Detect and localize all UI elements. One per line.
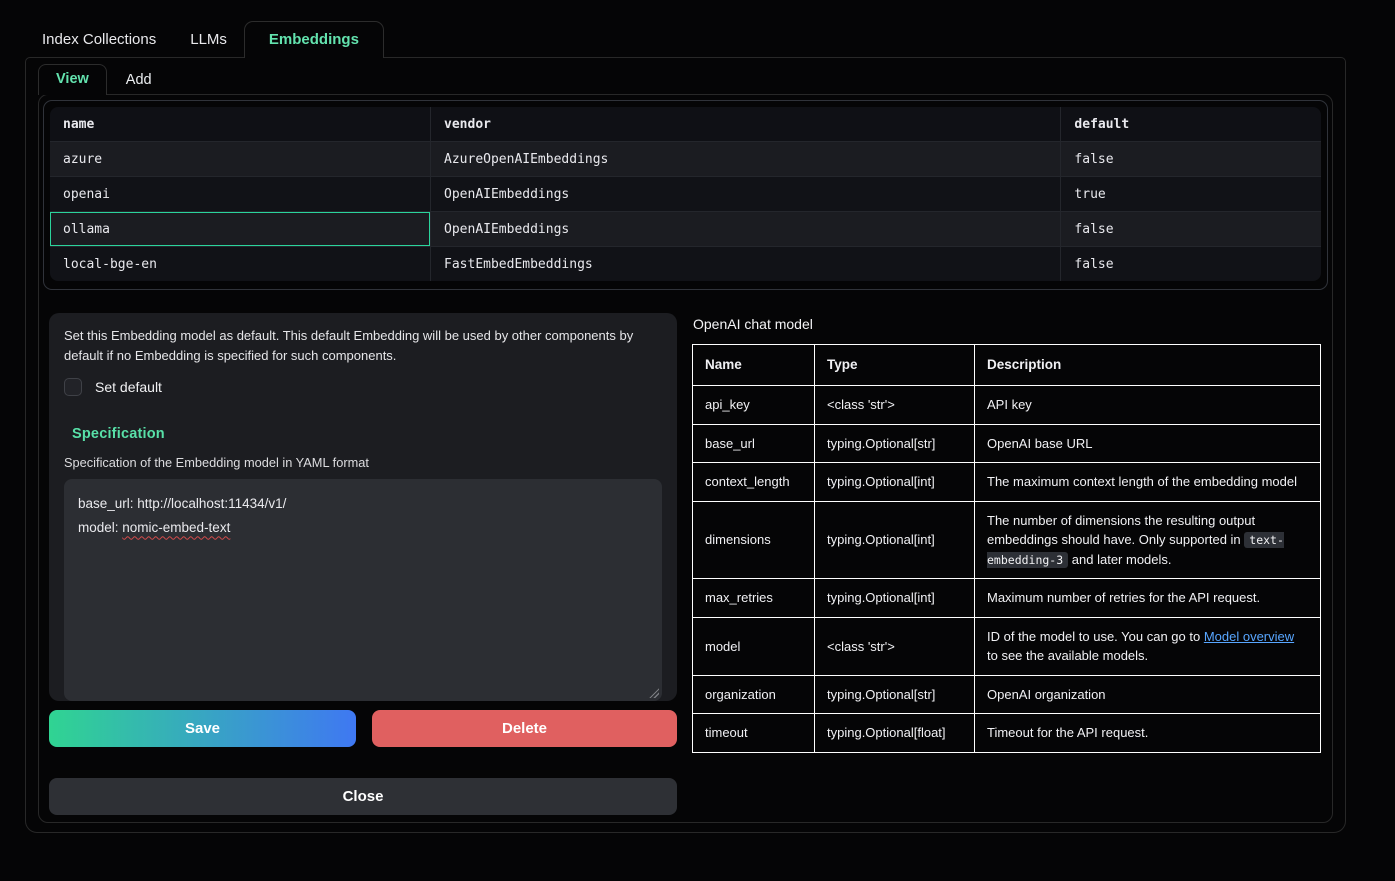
doc-row-timeout: timeout typing.Optional[float] Timeout f… — [693, 714, 1321, 753]
doc-row-context-length: context_length typing.Optional[int] The … — [693, 463, 1321, 502]
tab-index-collections[interactable]: Index Collections — [25, 22, 173, 58]
specification-caption: Specification of the Embedding model in … — [64, 455, 662, 470]
table-cell[interactable]: FastEmbedEmbeddings — [430, 246, 1060, 281]
table-cell[interactable]: AzureOpenAIEmbeddings — [430, 141, 1060, 176]
tab-llms[interactable]: LLMs — [173, 22, 244, 58]
doc-column-type: Type — [815, 345, 975, 386]
doc-row-organization: organization typing.Optional[str] OpenAI… — [693, 675, 1321, 714]
table-cell[interactable]: OpenAIEmbeddings — [430, 176, 1060, 211]
yaml-line: base_url: http://localhost:11434/v1/ — [78, 492, 648, 516]
yaml-editor[interactable]: base_url: http://localhost:11434/v1/ mod… — [64, 479, 662, 701]
table-cell[interactable]: false — [1060, 211, 1321, 246]
doc-column-name: Name — [693, 345, 815, 386]
column-header-default[interactable]: default — [1060, 107, 1321, 141]
doc-row-max-retries: max_retries typing.Optional[int] Maximum… — [693, 579, 1321, 618]
embeddings-table-scroll: name vendor default azure AzureOpenAIEmb… — [50, 107, 1321, 281]
embeddings-panel: View Add name vendor default — [25, 57, 1346, 833]
table-cell[interactable]: true — [1060, 176, 1321, 211]
doc-header-row: Name Type Description — [693, 345, 1321, 386]
embeddings-table: name vendor default azure AzureOpenAIEmb… — [50, 107, 1321, 281]
doc-column-description: Description — [975, 345, 1321, 386]
sub-tab-bar: View Add — [38, 64, 171, 95]
save-button[interactable]: Save — [49, 710, 356, 747]
embeddings-table-wrapper: name vendor default azure AzureOpenAIEmb… — [43, 100, 1328, 290]
column-header-vendor[interactable]: vendor — [430, 107, 1060, 141]
param-doc-title: OpenAI chat model — [693, 316, 1321, 332]
column-header-name[interactable]: name — [50, 107, 430, 141]
misspelled-word: nomic-embed-text — [122, 520, 230, 535]
subtab-view[interactable]: View — [38, 64, 107, 95]
set-default-label: Set default — [95, 379, 162, 395]
table-cell[interactable]: false — [1060, 246, 1321, 281]
view-tab-panel: name vendor default azure AzureOpenAIEmb… — [38, 94, 1333, 823]
table-row-azure[interactable]: azure AzureOpenAIEmbeddings false — [50, 141, 1321, 176]
top-tab-bar: Index Collections LLMs Embeddings — [25, 21, 384, 58]
selected-table-cell[interactable]: ollama — [50, 211, 430, 246]
app-root: Index Collections LLMs Embeddings View A… — [0, 0, 1395, 881]
table-row-ollama[interactable]: ollama OpenAIEmbeddings false — [50, 211, 1321, 246]
doc-row-base-url: base_url typing.Optional[str] OpenAI bas… — [693, 424, 1321, 463]
default-settings-group: Set this Embedding model as default. Thi… — [49, 313, 677, 701]
table-cell[interactable]: local-bge-en — [50, 246, 430, 281]
param-doc-table: Name Type Description api_key <class 'st… — [692, 344, 1321, 753]
table-row-openai[interactable]: openai OpenAIEmbeddings true — [50, 176, 1321, 211]
table-row-local-bge-en[interactable]: local-bge-en FastEmbedEmbeddings false — [50, 246, 1321, 281]
model-overview-link[interactable]: Model overview — [1204, 629, 1294, 644]
table-cell[interactable]: OpenAIEmbeddings — [430, 211, 1060, 246]
specification-heading: Specification — [72, 426, 662, 442]
resize-handle-icon[interactable] — [648, 687, 659, 698]
tab-embeddings[interactable]: Embeddings — [244, 21, 384, 58]
doc-row-api-key: api_key <class 'str'> API key — [693, 386, 1321, 425]
doc-row-dimensions: dimensions typing.Optional[int] The numb… — [693, 501, 1321, 579]
table-cell[interactable]: azure — [50, 141, 430, 176]
default-info-text: Set this Embedding model as default. Thi… — [64, 326, 662, 365]
subtab-add[interactable]: Add — [107, 66, 171, 95]
table-header-row: name vendor default — [50, 107, 1321, 141]
param-doc-group: OpenAI chat model Name Type Description … — [692, 316, 1321, 753]
set-default-checkbox[interactable] — [64, 378, 82, 396]
doc-row-model: model <class 'str'> ID of the model to u… — [693, 617, 1321, 675]
delete-button[interactable]: Delete — [372, 710, 677, 747]
yaml-line: model: nomic-embed-text — [78, 516, 648, 540]
close-button[interactable]: Close — [49, 778, 677, 815]
set-default-checkbox-row[interactable]: Set default — [64, 378, 662, 396]
table-cell[interactable]: openai — [50, 176, 430, 211]
table-cell[interactable]: false — [1060, 141, 1321, 176]
